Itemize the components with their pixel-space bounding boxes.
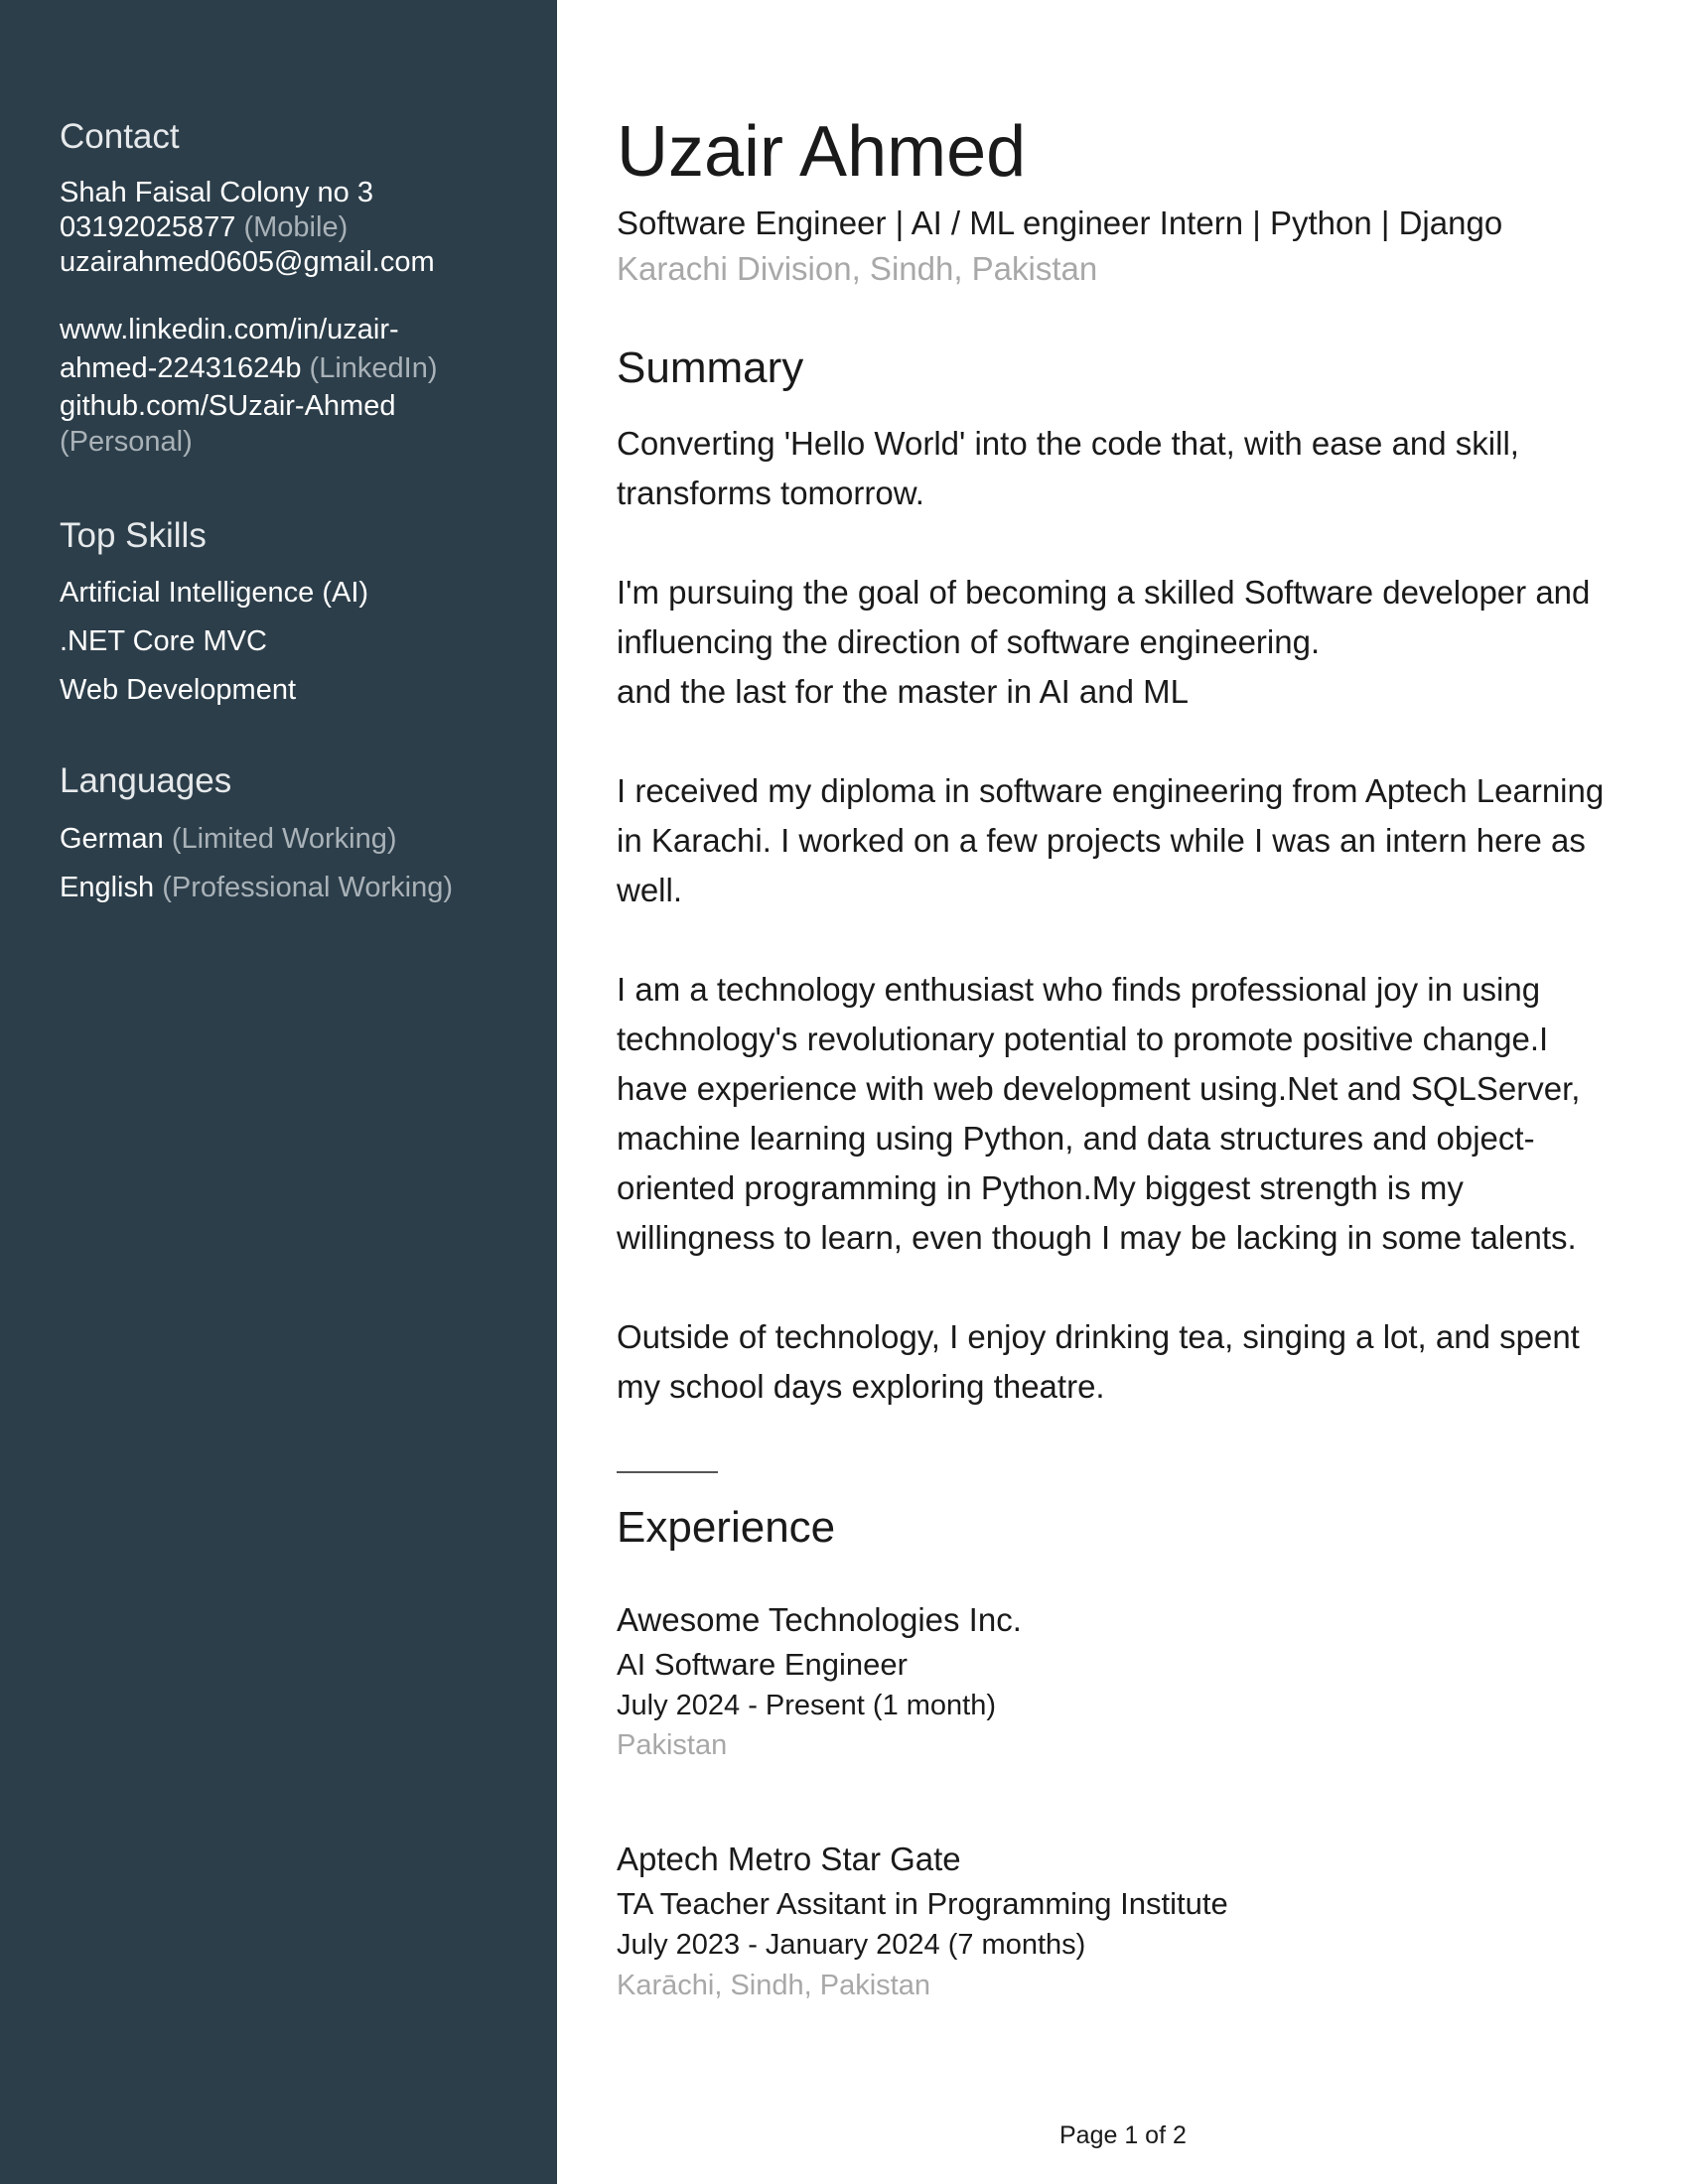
- summary-line: influencing the direction of software en…: [617, 623, 1321, 660]
- summary-line: Converting 'Hello World' into the code t…: [617, 425, 1519, 462]
- profile-location: Karachi Division, Sindh, Pakistan: [617, 250, 1098, 287]
- contact-heading: Contact: [60, 117, 180, 156]
- summary-line: machine learning using Python, and data …: [617, 1120, 1535, 1157]
- language-level: (Professional Working): [162, 872, 453, 903]
- summary-line: oriented programming in Python.My bigges…: [617, 1169, 1464, 1206]
- summary-line: have experience with web development usi…: [617, 1070, 1581, 1107]
- summary-line: I'm pursuing the goal of becoming a skil…: [617, 574, 1591, 611]
- contact-github[interactable]: github.com/SUzair-Ahmed: [60, 388, 395, 424]
- experience-heading: Experience: [617, 1503, 836, 1552]
- summary-line: willingness to learn, even though I may …: [617, 1219, 1577, 1256]
- contact-linkedin-line1[interactable]: www.linkedin.com/in/uzair-: [60, 312, 399, 347]
- contact-phone-line: 03192025877 (Mobile): [60, 209, 348, 245]
- contact-linkedin-line2[interactable]: ahmed-22431624b: [60, 352, 301, 384]
- experience-company: Awesome Technologies Inc.: [617, 1601, 1022, 1638]
- contact-address: Shah Faisal Colony no 3: [60, 177, 373, 208]
- experience-location: Karāchi, Sindh, Pakistan: [617, 1970, 930, 2001]
- skill-item: .NET Core MVC: [60, 625, 267, 657]
- summary-paragraph: I'm pursuing the goal of becoming a skil…: [617, 568, 1629, 717]
- top-skills-heading: Top Skills: [60, 516, 207, 555]
- sidebar: Contact Shah Faisal Colony no 3 03192025…: [0, 0, 557, 2184]
- languages-heading: Languages: [60, 761, 232, 800]
- summary-line: my school days exploring theatre.: [617, 1368, 1105, 1405]
- contact-phone-type: (Mobile): [243, 211, 349, 243]
- experience-location: Pakistan: [617, 1729, 728, 1761]
- skill-item: Artificial Intelligence (AI): [60, 577, 369, 609]
- experience-dates: July 2024 - Present (1 month): [617, 1690, 997, 1721]
- summary-paragraph: Outside of technology, I enjoy drinking …: [617, 1312, 1629, 1412]
- experience-title: AI Software Engineer: [617, 1647, 908, 1682]
- summary-paragraph: I am a technology enthusiast who finds p…: [617, 965, 1629, 1263]
- profile-name: Uzair Ahmed: [617, 112, 1027, 192]
- language-level: (Limited Working): [171, 823, 397, 855]
- summary-line: I received my diploma in software engine…: [617, 772, 1605, 809]
- section-divider: [617, 1471, 718, 1473]
- contact-linkedin-line2-row: ahmed-22431624b (LinkedIn): [60, 350, 438, 386]
- experience-company: Aptech Metro Star Gate: [617, 1841, 961, 1877]
- summary-paragraph: Converting 'Hello World' into the code t…: [617, 419, 1629, 518]
- skill-item: Web Development: [60, 674, 297, 706]
- experience-dates: July 2023 - January 2024 (7 months): [617, 1929, 1086, 1961]
- page-number: Page 1 of 2: [1059, 2121, 1187, 2149]
- summary-line: in Karachi. I worked on a few projects w…: [617, 822, 1586, 859]
- summary-line: transforms tomorrow.: [617, 475, 924, 511]
- language-name: English: [60, 872, 155, 903]
- contact-email[interactable]: uzairahmed0605@gmail.com: [60, 244, 435, 280]
- summary-line: Outside of technology, I enjoy drinking …: [617, 1318, 1580, 1355]
- contact-phone: 03192025877: [60, 211, 236, 243]
- summary-line: I am a technology enthusiast who finds p…: [617, 971, 1541, 1008]
- contact-github-type: (Personal): [60, 426, 193, 458]
- contact-linkedin-type: (LinkedIn): [309, 352, 438, 384]
- summary-line: and the last for the master in AI and ML: [617, 673, 1189, 710]
- language-item: English (Professional Working): [60, 870, 453, 905]
- profile-headline: Software Engineer | AI / ML engineer Int…: [617, 205, 1503, 241]
- experience-title: TA Teacher Assitant in Programming Insti…: [617, 1886, 1228, 1921]
- summary-line: technology's revolutionary potential to …: [617, 1021, 1549, 1057]
- language-name: German: [60, 823, 164, 855]
- summary-line: well.: [617, 872, 683, 908]
- language-item: German (Limited Working): [60, 821, 397, 857]
- summary-paragraph: I received my diploma in software engine…: [617, 766, 1629, 915]
- summary-heading: Summary: [617, 343, 804, 392]
